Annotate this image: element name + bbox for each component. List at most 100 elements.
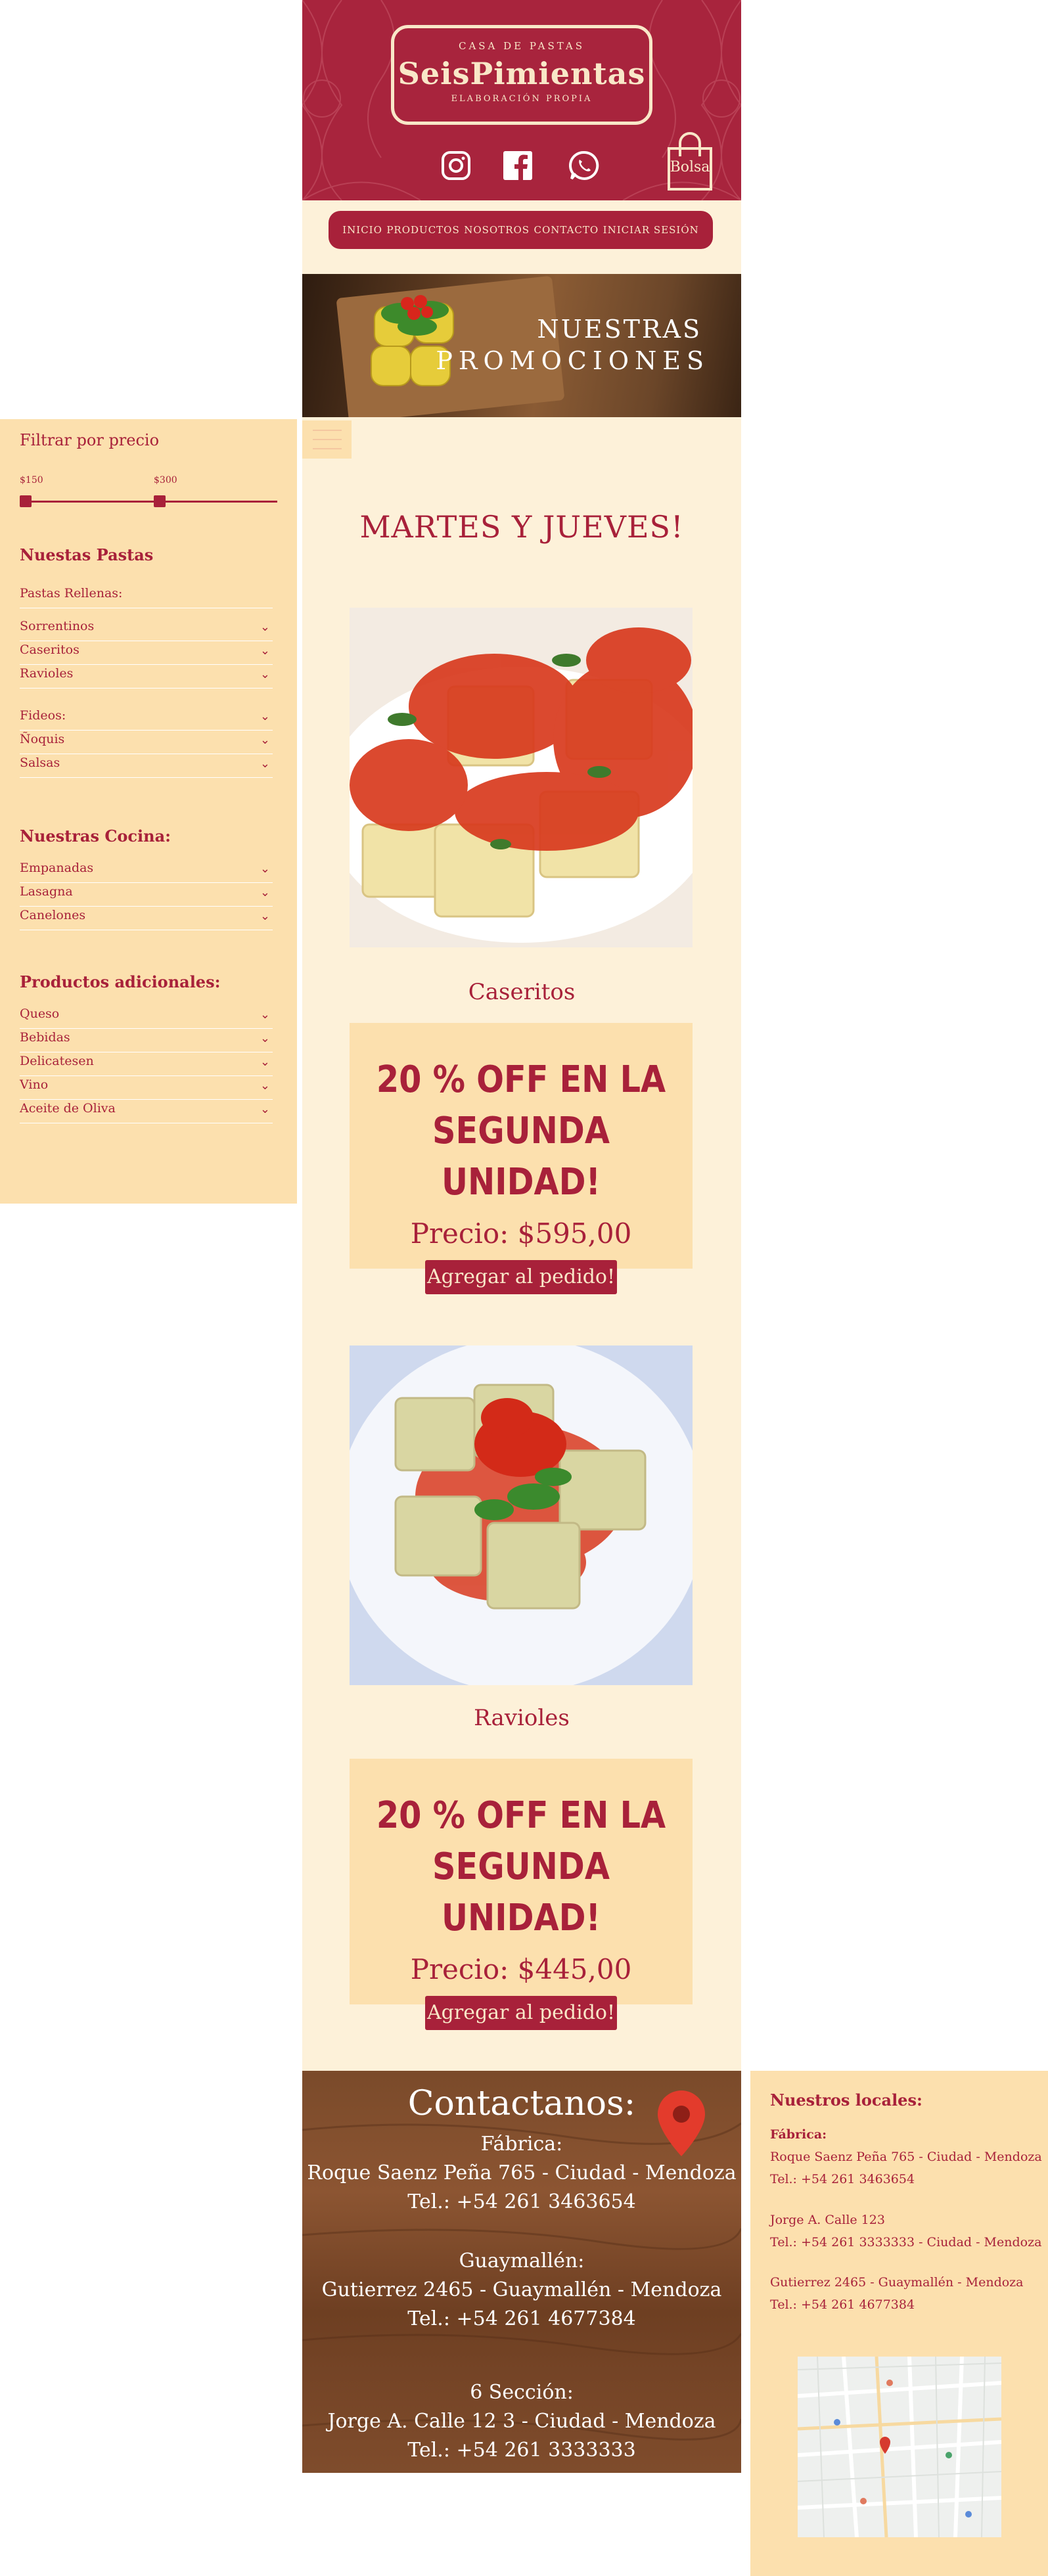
category-label: Fideos: <box>20 708 66 723</box>
slider-track[interactable] <box>20 501 277 503</box>
chevron-down-icon: ⌄ <box>260 1079 270 1093</box>
add-to-order-button[interactable]: Agregar al pedido! <box>425 1260 617 1294</box>
category-fideos[interactable]: Fideos: ⌄ <box>20 708 273 731</box>
locations-title: Nuestros locales: <box>770 2090 923 2110</box>
location-fabrica-phone: Tel.: +54 261 3463654 <box>770 2172 915 2186</box>
category-label: Ñoquis <box>20 732 65 746</box>
category-label: Delicatesen <box>20 1054 94 1068</box>
location-3-phone: Tel.: +54 261 4677384 <box>770 2297 915 2312</box>
category-caseritos[interactable]: Caseritos ⌄ <box>20 643 273 665</box>
slider-max-handle[interactable] <box>154 495 166 507</box>
contact-section: Contactanos: Fábrica: Roque Saenz Peña 7… <box>302 2071 741 2473</box>
chevron-down-icon: ⌄ <box>260 733 270 747</box>
category-label: Lasagna <box>20 884 73 899</box>
category-ravioles[interactable]: Ravioles ⌄ <box>20 666 273 689</box>
category-empanadas[interactable]: Empanadas ⌄ <box>20 861 273 883</box>
slider-min-handle[interactable] <box>20 495 32 507</box>
nav-item-nosotros[interactable]: NOSOTROS <box>464 224 530 236</box>
locations-panel: Nuestros locales: Fábrica: Roque Saenz P… <box>750 2071 1048 2576</box>
chevron-down-icon: ⌄ <box>260 1102 270 1116</box>
contact-fabrica-phone: Tel.: +54 261 3463654 <box>407 2190 636 2213</box>
banner-line-2: PROMOCIONES <box>436 346 710 375</box>
location-fabrica-label: Fábrica: <box>770 2127 827 2142</box>
chevron-down-icon: ⌄ <box>260 644 270 658</box>
add-to-order-button[interactable]: Agregar al pedido! <box>425 1996 617 2030</box>
location-2-phone: Tel.: +54 261 3333333 - Ciudad - Mendoza <box>770 2235 1042 2249</box>
category-label: Sorrentinos <box>20 619 95 633</box>
rellenas-title: Pastas Rellenas: <box>20 586 273 608</box>
category-salsas[interactable]: Salsas ⌄ <box>20 756 273 778</box>
product-name: Caseritos <box>468 979 576 1005</box>
offer-headline-line-2: SEGUNDA UNIDAD! <box>432 1845 610 1939</box>
category-bebidas[interactable]: Bebidas ⌄ <box>20 1030 273 1052</box>
logo-tagline: CASA DE PASTAS <box>458 40 585 52</box>
location-2: Jorge A. Calle 123 Tel.: +54 261 3333333… <box>770 2209 1041 2253</box>
nav-item-inicio[interactable]: INICIO <box>342 224 382 236</box>
category-sorrentinos[interactable]: Sorrentinos ⌄ <box>20 619 273 641</box>
offer-card: 20 % OFF EN LA SEGUNDA UNIDAD! Precio: $… <box>350 1023 693 1294</box>
chevron-down-icon: ⌄ <box>260 757 270 771</box>
chevron-down-icon: ⌄ <box>260 620 270 634</box>
category-label: Canelones <box>20 908 86 922</box>
adicionales-title: Productos adicionales: <box>20 972 221 991</box>
logo-name: SeisPimientas <box>398 56 646 91</box>
offer-headline: 20 % OFF EN LA SEGUNDA UNIDAD! <box>370 1054 672 1208</box>
category-label: Caseritos <box>20 643 80 657</box>
logo-subtitle: ELABORACIÓN PROPIA <box>451 94 593 104</box>
contact-guaymallen-address: Gutierrez 2465 - Guaymallén - Mendoza <box>321 2278 722 2301</box>
main-nav: INICIO PRODUCTOS NOSOTROS CONTACTO INICI… <box>329 211 713 249</box>
contact-seccion: 6 Sección: Jorge A. Calle 12 3 - Ciudad … <box>302 2378 741 2465</box>
nav-item-iniciar-sesion[interactable]: INICIAR SESIÓN <box>603 224 699 236</box>
chevron-down-icon: ⌄ <box>260 667 270 681</box>
location-3-address: Gutierrez 2465 - Guaymallén - Mendoza <box>770 2275 1024 2290</box>
nav-item-contacto[interactable]: CONTACTO <box>534 224 599 236</box>
nav-container: INICIO PRODUCTOS NOSOTROS CONTACTO INICI… <box>302 200 741 274</box>
pastas-title: Nuestas Pastas <box>20 545 154 564</box>
category-queso[interactable]: Queso ⌄ <box>20 1006 273 1029</box>
contact-fabrica: Fábrica: Roque Saenz Peña 765 - Ciudad -… <box>302 2130 741 2217</box>
caseritos-image <box>350 608 693 947</box>
promo-title: MARTES Y JUEVES! <box>359 509 684 545</box>
contact-guaymallen-phone: Tel.: +54 261 4677384 <box>407 2307 636 2330</box>
contact-guaymallen-label: Guaymallén: <box>459 2249 585 2272</box>
chevron-down-icon: ⌄ <box>260 1008 270 1022</box>
contact-seccion-phone: Tel.: +54 261 3333333 <box>407 2439 636 2462</box>
category-lasagna[interactable]: Lasagna ⌄ <box>20 884 273 907</box>
contact-fabrica-address: Roque Saenz Peña 765 - Ciudad - Mendoza <box>307 2161 737 2184</box>
category-label: Ravioles <box>20 666 74 681</box>
facebook-icon[interactable] <box>501 148 535 183</box>
banner-line-1: NUESTRAS <box>537 315 702 344</box>
contact-seccion-address: Jorge A. Calle 12 3 - Ciudad - Mendoza <box>327 2410 716 2433</box>
main-column: CASA DE PASTAS SeisPimientas ELABORACIÓN… <box>302 0 741 2071</box>
price-max-label: $300 <box>154 475 177 486</box>
category-label: Bebidas <box>20 1030 70 1045</box>
promotions-banner: NUESTRAS PROMOCIONES <box>302 274 741 417</box>
category-label: Vino <box>20 1077 49 1092</box>
whatsapp-icon[interactable] <box>567 148 601 183</box>
category-vino[interactable]: Vino ⌄ <box>20 1077 273 1100</box>
chevron-down-icon: ⌄ <box>260 1055 270 1069</box>
category-noquis[interactable]: Ñoquis ⌄ <box>20 732 273 754</box>
nav-item-productos[interactable]: PRODUCTOS <box>386 224 459 236</box>
offer-price: Precio: $445,00 <box>410 1953 632 1985</box>
instagram-icon[interactable] <box>439 148 473 183</box>
category-aceite-de-oliva[interactable]: Aceite de Oliva ⌄ <box>20 1101 273 1123</box>
location-map[interactable] <box>798 2357 1001 2537</box>
location-fabrica-address: Roque Saenz Peña 765 - Ciudad - Mendoza <box>770 2150 1042 2164</box>
price-range-slider[interactable]: $150 $300 <box>20 475 277 514</box>
category-delicatesen[interactable]: Delicatesen ⌄ <box>20 1054 273 1076</box>
category-label: Queso <box>20 1006 60 1021</box>
filter-title: Filtrar por precio <box>20 431 160 449</box>
menu-toggle-button[interactable] <box>302 420 352 459</box>
contact-guaymallen: Guaymallén: Gutierrez 2465 - Guaymallén … <box>302 2247 741 2334</box>
bag-label: Bolsa <box>670 159 710 175</box>
product-name: Ravioles <box>474 1705 570 1731</box>
offer-card: 20 % OFF EN LA SEGUNDA UNIDAD! Precio: $… <box>350 1759 693 2030</box>
category-canelones[interactable]: Canelones ⌄ <box>20 908 273 930</box>
offer-headline-line-1: 20 % OFF EN LA <box>376 1794 666 1837</box>
shopping-bag-button[interactable]: Bolsa <box>667 130 713 192</box>
offer-headline-line-1: 20 % OFF EN LA <box>376 1058 666 1101</box>
filter-sidebar: Filtrar por precio $150 $300 Nuestas Pas… <box>0 419 297 1204</box>
banner-image <box>336 276 564 417</box>
site-logo[interactable]: CASA DE PASTAS SeisPimientas ELABORACIÓN… <box>391 25 652 125</box>
